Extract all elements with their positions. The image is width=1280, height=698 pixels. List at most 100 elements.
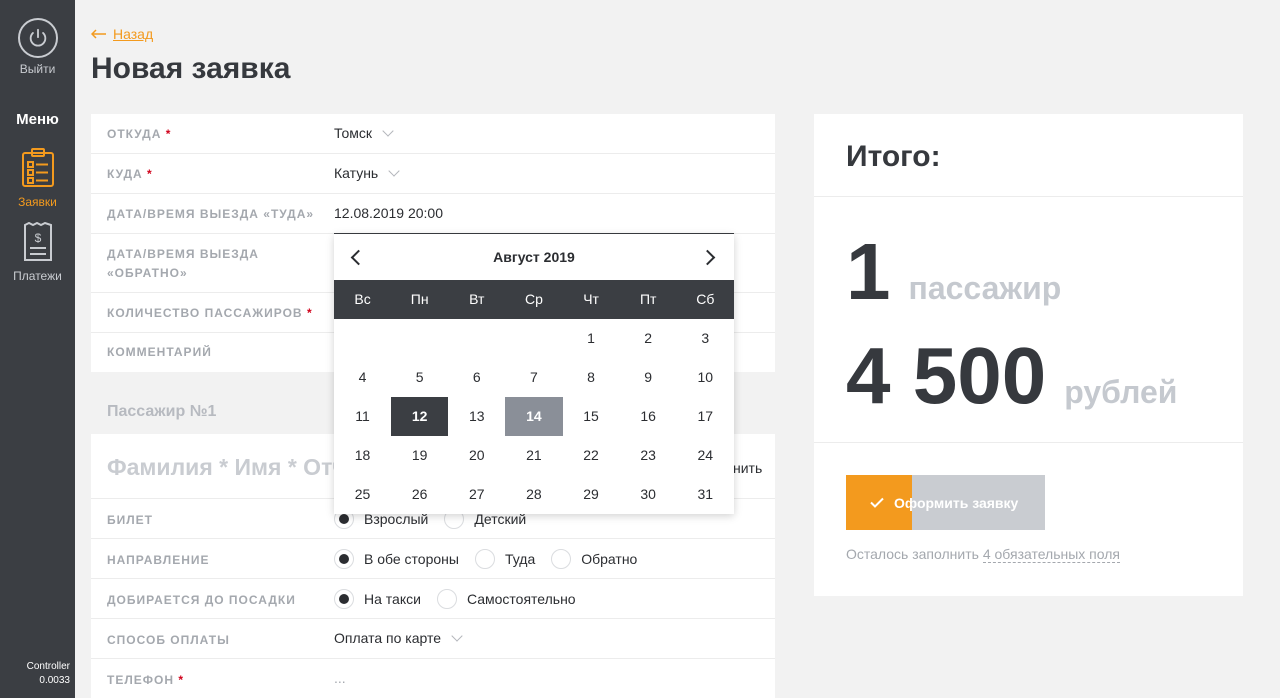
calendar-prev-month-chevron-left-icon[interactable] — [346, 247, 366, 267]
passenger-section-title: Пассажир №1 — [107, 403, 217, 420]
calendar-day[interactable]: 11 — [334, 397, 391, 436]
calendar-day[interactable]: 10 — [677, 358, 734, 397]
price-amount: 4 500 — [846, 331, 1047, 420]
calendar-day[interactable]: 23 — [620, 436, 677, 475]
direction-there-radio[interactable]: Туда — [474, 549, 535, 569]
calendar-week: 25 26 27 28 29 30 31 — [334, 475, 734, 514]
chevron-down-icon — [382, 125, 394, 137]
receipt-dollar-icon: $ — [23, 221, 53, 265]
calendar-day[interactable]: 19 — [391, 436, 448, 475]
price-summary: 4 500 рублей — [846, 336, 1177, 416]
check-icon — [870, 495, 884, 511]
version-app: Controller — [26, 661, 70, 672]
comment-label: КОММЕНТАРИЙ — [107, 345, 212, 359]
direction-radios: В обе стороны Туда Обратно — [334, 549, 653, 569]
ticket-label: БИЛЕТ — [107, 513, 154, 527]
calendar-empty-cell — [391, 319, 448, 358]
calendar-day[interactable]: 29 — [563, 475, 620, 514]
calendar-day[interactable]: 7 — [505, 358, 562, 397]
total-title: Итого: — [846, 140, 941, 173]
weekday: Чт — [583, 291, 599, 307]
arrow-left-icon — [90, 26, 107, 42]
divider — [814, 196, 1243, 197]
to-select[interactable]: Катунь — [334, 165, 400, 181]
sidebar: Выйти Меню Заявки $ Платежи Controller 0… — [0, 0, 75, 698]
logout-button[interactable]: Выйти — [0, 18, 75, 76]
calendar-day[interactable]: 3 — [677, 319, 734, 358]
phone-label: ТЕЛЕФОН * — [107, 673, 185, 687]
calendar-day[interactable]: 6 — [448, 358, 505, 397]
payment-select[interactable]: Оплата по карте — [334, 630, 463, 646]
calendar-day[interactable]: 13 — [448, 397, 505, 436]
return-label: ДАТА/ВРЕМЯ ВЫЕЗДА «ОБРАТНО» — [107, 247, 259, 280]
direction-label: НАПРАВЛЕНИЕ — [107, 553, 210, 567]
calendar-day[interactable]: 16 — [620, 397, 677, 436]
calendar-day[interactable]: 31 — [677, 475, 734, 514]
passenger-unit: пассажир — [908, 270, 1062, 306]
submit-order-button[interactable]: Оформить заявку — [846, 475, 1045, 530]
direction-row: НАПРАВЛЕНИЕ В обе стороны Туда Обратно — [91, 538, 775, 578]
calendar-day[interactable]: 30 — [620, 475, 677, 514]
calendar-day[interactable]: 1 — [563, 319, 620, 358]
direction-both-radio[interactable]: В обе стороны — [334, 549, 459, 569]
depart-row: ДАТА/ВРЕМЯ ВЫЕЗДА «ТУДА» 12.08.2019 20:0… — [91, 194, 775, 234]
calendar-day[interactable]: 2 — [620, 319, 677, 358]
sidebar-item-payments-label: Платежи — [13, 269, 62, 283]
svg-text:$: $ — [34, 231, 41, 245]
transfer-radios: На такси Самостоятельно — [334, 589, 592, 609]
from-label: ОТКУДА * — [107, 127, 172, 141]
transfer-self-radio[interactable]: Самостоятельно — [436, 589, 576, 609]
weekday: Пн — [410, 291, 429, 307]
passenger-count: 1 — [846, 227, 891, 316]
calendar-week: 11 12 13 14 15 16 17 — [334, 397, 734, 436]
calendar-day[interactable]: 15 — [563, 397, 620, 436]
submit-order-label: Оформить заявку — [894, 494, 1019, 511]
calendar-day[interactable]: 14 — [505, 397, 563, 436]
remaining-fields-link[interactable]: 4 обязательных поля — [982, 546, 1120, 563]
calendar-day[interactable]: 5 — [391, 358, 448, 397]
sidebar-item-payments[interactable]: $ Платежи — [0, 221, 75, 283]
passenger-name-input[interactable]: Фамилия * Имя * Отчество — [107, 454, 337, 481]
chevron-down-icon — [451, 630, 463, 642]
calendar-day[interactable]: 8 — [563, 358, 620, 397]
weekday: Вс — [354, 291, 371, 307]
calendar-day[interactable]: 27 — [448, 475, 505, 514]
logout-label: Выйти — [19, 62, 56, 76]
calendar-empty-cell — [505, 319, 562, 358]
version-info: Controller 0.0033 — [0, 660, 70, 688]
calendar-next-month-chevron-right-icon[interactable] — [700, 247, 720, 267]
transfer-taxi-radio[interactable]: На такси — [334, 589, 421, 609]
calendar-week: 4 5 6 7 8 9 10 — [334, 358, 734, 397]
chevron-down-icon — [388, 165, 400, 177]
phone-input[interactable]: ... — [334, 670, 346, 686]
divider — [814, 442, 1243, 443]
depart-datetime-input[interactable]: 12.08.2019 20:00 — [334, 205, 443, 221]
calendar-day[interactable]: 28 — [505, 475, 562, 514]
to-label: КУДА * — [107, 167, 153, 181]
passenger-count-summary: 1 пассажир — [846, 232, 1061, 312]
calendar-day[interactable]: 20 — [448, 436, 505, 475]
calendar-day[interactable]: 24 — [677, 436, 734, 475]
direction-back-radio[interactable]: Обратно — [551, 549, 637, 569]
calendar-day[interactable]: 12 — [391, 397, 449, 436]
menu-title: Меню — [16, 111, 59, 128]
sidebar-item-orders-label: Заявки — [18, 195, 57, 209]
calendar-day[interactable]: 18 — [334, 436, 391, 475]
calendar-week: 123 — [334, 319, 734, 358]
calendar-day[interactable]: 26 — [391, 475, 448, 514]
calendar-day[interactable]: 9 — [620, 358, 677, 397]
remaining-fields-hint: Осталось заполнить 4 обязательных поля — [846, 546, 1120, 563]
weekday: Вт — [469, 291, 485, 307]
phone-row: ТЕЛЕФОН * ... — [91, 658, 775, 698]
calendar-day[interactable]: 17 — [677, 397, 734, 436]
datepicker-popup: Август 2019 Вс Пн Вт Ср Чт Пт Сб 1234567… — [334, 234, 734, 514]
sidebar-item-orders[interactable]: Заявки — [0, 148, 75, 209]
from-select[interactable]: Томск — [334, 125, 394, 141]
back-link[interactable]: Назад — [90, 26, 153, 42]
passenger-action-link[interactable]: нить — [733, 460, 762, 476]
calendar-day[interactable]: 21 — [505, 436, 562, 475]
back-link-label[interactable]: Назад — [113, 26, 153, 42]
calendar-day[interactable]: 25 — [334, 475, 391, 514]
calendar-day[interactable]: 4 — [334, 358, 391, 397]
calendar-day[interactable]: 22 — [563, 436, 620, 475]
